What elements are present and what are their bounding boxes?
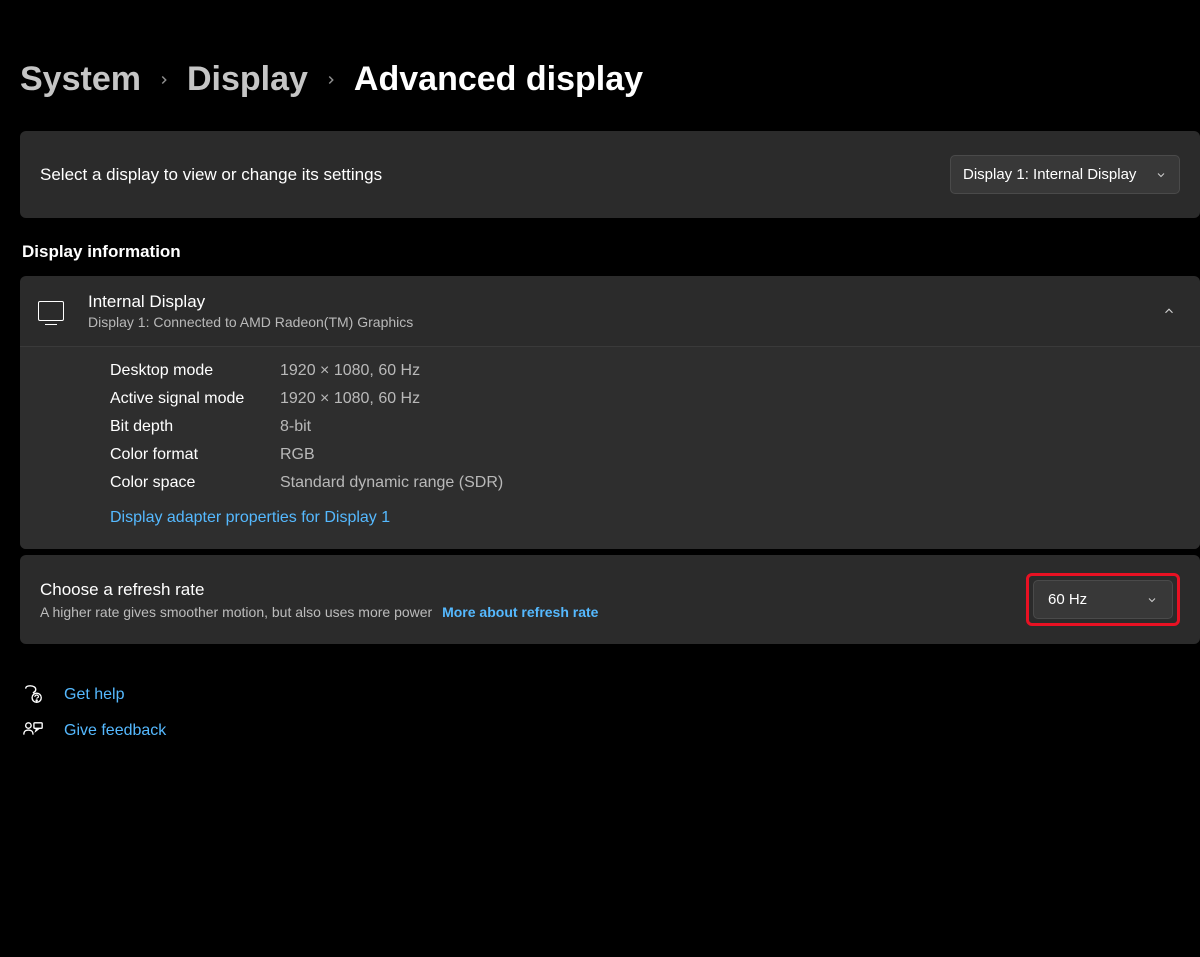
info-key: Color format (110, 446, 280, 464)
footer-links: Get help Give feedback (20, 684, 1200, 742)
give-feedback-label: Give feedback (64, 722, 166, 740)
display-info-subtitle: Display 1: Connected to AMD Radeon(TM) G… (88, 314, 1162, 330)
select-display-card: Select a display to view or change its s… (20, 131, 1200, 218)
page-title: Advanced display (354, 60, 643, 99)
breadcrumb: System Display Advanced display (20, 60, 1200, 99)
info-val: 1920 × 1080, 60 Hz (280, 390, 420, 408)
info-key: Active signal mode (110, 390, 280, 408)
help-icon (22, 684, 44, 706)
get-help-label: Get help (64, 686, 124, 704)
give-feedback-link[interactable]: Give feedback (22, 720, 1200, 742)
display-info-card: Internal Display Display 1: Connected to… (20, 276, 1200, 549)
breadcrumb-display[interactable]: Display (187, 60, 308, 99)
display-selector-dropdown[interactable]: Display 1: Internal Display (950, 155, 1180, 194)
feedback-icon (22, 720, 44, 742)
section-title-display-info: Display information (22, 242, 1200, 262)
display-info-title: Internal Display (88, 292, 1162, 312)
chevron-down-icon (1146, 594, 1158, 606)
select-display-label: Select a display to view or change its s… (40, 165, 382, 185)
adapter-properties-link[interactable]: Display adapter properties for Display 1 (110, 509, 390, 527)
info-row: Color space Standard dynamic range (SDR) (110, 469, 1176, 497)
info-key: Desktop mode (110, 362, 280, 380)
refresh-rate-title: Choose a refresh rate (40, 580, 1026, 600)
info-val: 1920 × 1080, 60 Hz (280, 362, 420, 380)
breadcrumb-system[interactable]: System (20, 60, 141, 99)
get-help-link[interactable]: Get help (22, 684, 1200, 706)
info-row: Desktop mode 1920 × 1080, 60 Hz (110, 357, 1176, 385)
chevron-up-icon (1162, 304, 1176, 318)
chevron-right-icon (157, 73, 171, 87)
refresh-rate-highlight: 60 Hz (1026, 573, 1180, 626)
refresh-rate-dropdown[interactable]: 60 Hz (1033, 580, 1173, 619)
info-row: Active signal mode 1920 × 1080, 60 Hz (110, 385, 1176, 413)
info-key: Color space (110, 474, 280, 492)
refresh-rate-card: Choose a refresh rate A higher rate give… (20, 555, 1200, 644)
refresh-rate-value: 60 Hz (1048, 591, 1087, 608)
display-info-details: Desktop mode 1920 × 1080, 60 Hz Active s… (20, 346, 1200, 549)
monitor-icon (38, 301, 64, 321)
refresh-rate-subtitle: A higher rate gives smoother motion, but… (40, 604, 1026, 620)
info-val: Standard dynamic range (SDR) (280, 474, 503, 492)
info-row: Bit depth 8-bit (110, 413, 1176, 441)
display-selector-value: Display 1: Internal Display (963, 166, 1136, 183)
info-row: Color format RGB (110, 441, 1176, 469)
info-val: 8-bit (280, 418, 311, 436)
info-val: RGB (280, 446, 315, 464)
display-info-header[interactable]: Internal Display Display 1: Connected to… (20, 276, 1200, 346)
info-key: Bit depth (110, 418, 280, 436)
chevron-down-icon (1155, 169, 1167, 181)
chevron-right-icon (324, 73, 338, 87)
more-about-refresh-link[interactable]: More about refresh rate (442, 604, 598, 620)
